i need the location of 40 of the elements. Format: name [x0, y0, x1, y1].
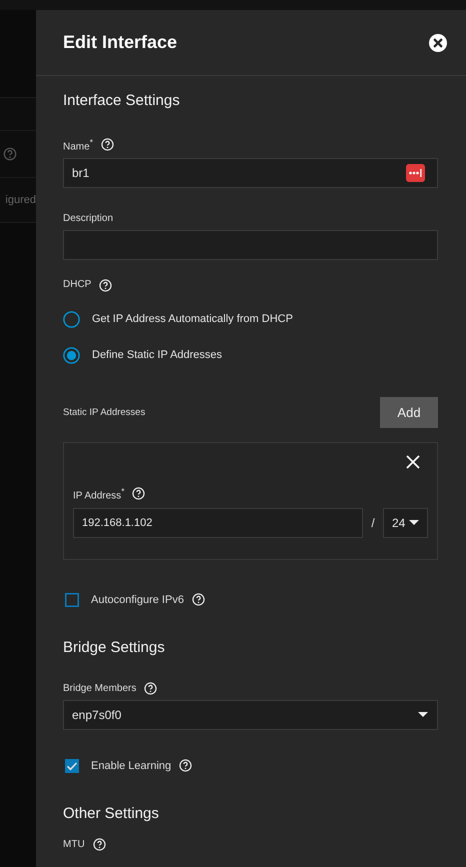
section-heading: Other Settings — [63, 804, 160, 824]
field-label: IP Address$^{*}$ — [73, 485, 124, 504]
section-heading: Interface Settings — [63, 91, 181, 111]
radio-button[interactable] — [63, 346, 80, 364]
table-cell: igured — [5, 194, 36, 206]
help-icon[interactable] — [179, 759, 192, 772]
dropdown-icon — [418, 712, 428, 718]
help-icon[interactable] — [100, 138, 114, 152]
help-icon[interactable] — [99, 278, 112, 292]
panel-title: Edit Interface — [63, 32, 178, 53]
help-icon — [3, 147, 17, 161]
radio-label[interactable]: Get IP Address Automatically from DHCP — [92, 313, 293, 326]
help-icon[interactable] — [144, 682, 158, 696]
bridge-members-select[interactable]: enp7s0f0 — [63, 700, 438, 730]
separator: / — [370, 516, 376, 530]
help-icon[interactable] — [192, 593, 205, 606]
add-button[interactable]: Add — [380, 397, 438, 428]
help-icon[interactable] — [92, 838, 106, 852]
field-label: Static IP Addresses — [63, 407, 146, 418]
description-field[interactable] — [63, 230, 438, 260]
field-label: Bridge Members — [63, 682, 136, 696]
checkbox-label[interactable]: Enable Learning — [91, 760, 172, 772]
dropdown-icon — [409, 520, 419, 526]
close-icon[interactable] — [429, 34, 447, 52]
help-icon[interactable] — [132, 487, 146, 500]
ip-address-field[interactable]: 192.168.1.102 — [73, 508, 363, 538]
password-manager-icon[interactable] — [406, 164, 425, 182]
radio-button[interactable] — [63, 310, 80, 328]
checkbox[interactable] — [65, 592, 79, 607]
name-field[interactable]: br1 — [63, 158, 438, 188]
field-label: Description — [63, 212, 114, 226]
field-label: Name$^{*}$ — [63, 136, 93, 154]
section-heading: Bridge Settings — [63, 638, 166, 658]
checkbox[interactable] — [65, 758, 79, 773]
checkbox-label[interactable]: Autoconfigure IPv6 — [91, 594, 184, 606]
field-label: DHCP — [63, 278, 92, 292]
close-icon[interactable] — [406, 455, 420, 470]
field-label: MTU — [63, 838, 85, 852]
netmask-select[interactable]: 24 — [383, 508, 428, 538]
radio-label[interactable]: Define Static IP Addresses — [92, 349, 222, 362]
